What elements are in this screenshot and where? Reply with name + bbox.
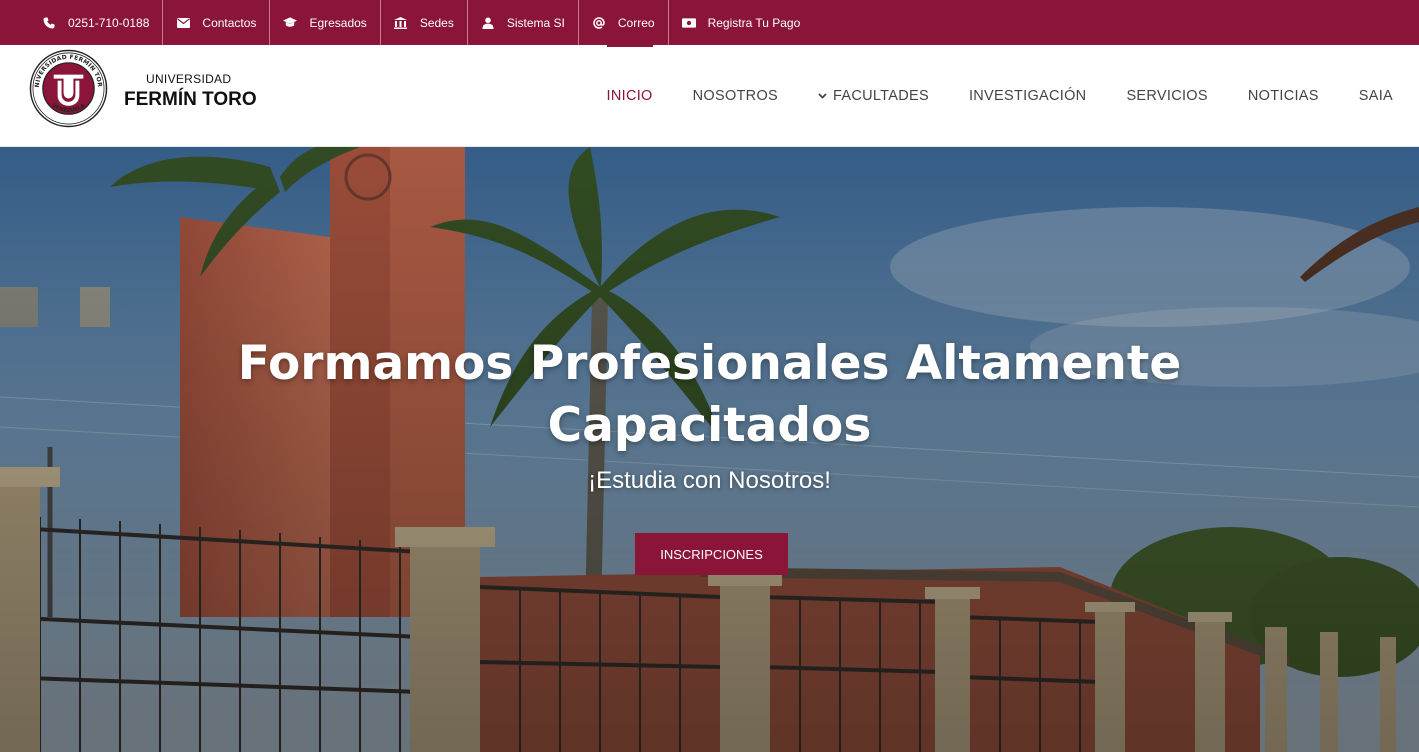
- logo-line-name: FERMÍN TORO: [124, 88, 257, 110]
- hero-title: Formamos Profesionales Altamente Capacit…: [0, 333, 1419, 457]
- topbar-sedes-label: Sedes: [419, 15, 454, 30]
- user-icon: [481, 16, 495, 30]
- topbar-sistema-label: Sistema SI: [506, 15, 565, 30]
- main-header: UNIVERSIDAD FERMIN TORO VENEZUELA UNIVER…: [0, 45, 1419, 147]
- nav-item-investigacion[interactable]: INVESTIGACIÓN: [969, 45, 1087, 146]
- hero-title-line2: Capacitados: [547, 398, 872, 453]
- nav-item-servicios[interactable]: SERVICIOS: [1126, 45, 1207, 146]
- topbar-sedes-link[interactable]: Sedes: [381, 0, 468, 45]
- topbar-egresados-link[interactable]: Egresados: [270, 0, 381, 45]
- nav-item-facultades-label: FACULTADES: [833, 87, 929, 104]
- nav-item-nosotros[interactable]: NOSOTROS: [693, 45, 778, 146]
- institution-icon: [394, 16, 408, 30]
- envelope-icon: [176, 16, 190, 30]
- logo-text: UNIVERSIDAD FERMÍN TORO: [124, 72, 257, 111]
- topbar-phone-link[interactable]: 0251-710-0188: [28, 0, 164, 45]
- nav-item-saia[interactable]: SAIA: [1359, 45, 1393, 146]
- hero-section: Formamos Profesionales Altamente Capacit…: [0, 147, 1419, 752]
- nav-item-facultades[interactable]: FACULTADES: [818, 45, 929, 146]
- topbar-sistema-link[interactable]: Sistema SI: [468, 0, 579, 45]
- hero-title-line1: Formamos Profesionales Altamente: [237, 336, 1182, 391]
- site-logo[interactable]: UNIVERSIDAD FERMIN TORO VENEZUELA UNIVER…: [26, 45, 257, 133]
- nav-item-noticias[interactable]: NOTICIAS: [1248, 45, 1319, 146]
- topbar-correo-label: Correo: [617, 15, 655, 30]
- topbar-contactos-label: Contactos: [202, 15, 257, 30]
- university-seal-icon: UNIVERSIDAD FERMIN TORO VENEZUELA: [26, 45, 108, 133]
- inscripciones-button[interactable]: INSCRIPCIONES: [635, 533, 788, 575]
- topbar-pago-label: Registra Tu Pago: [707, 15, 801, 30]
- topbar-egresados-label: Egresados: [309, 15, 367, 30]
- hero-subtitle: ¡Estudia con Nosotros!: [588, 467, 831, 494]
- at-icon: [592, 16, 606, 30]
- graduation-cap-icon: [283, 16, 298, 30]
- main-nav: INICIO NOSOTROS FACULTADES INVESTIGACIÓN…: [567, 45, 1393, 146]
- logo-line-university: UNIVERSIDAD: [146, 71, 232, 86]
- phone-icon: [42, 16, 56, 30]
- topbar-contactos-link[interactable]: Contactos: [163, 0, 271, 45]
- nav-item-inicio[interactable]: INICIO: [606, 45, 653, 146]
- topbar-pago-link[interactable]: Registra Tu Pago: [669, 0, 814, 45]
- topbar-phone-label: 0251-710-0188: [68, 15, 150, 30]
- money-icon: [681, 16, 696, 30]
- top-bar: 0251-710-0188 Contactos Egresados Sedes …: [0, 0, 1419, 45]
- topbar-correo-link[interactable]: Correo: [579, 0, 669, 45]
- chevron-down-icon: [818, 92, 827, 99]
